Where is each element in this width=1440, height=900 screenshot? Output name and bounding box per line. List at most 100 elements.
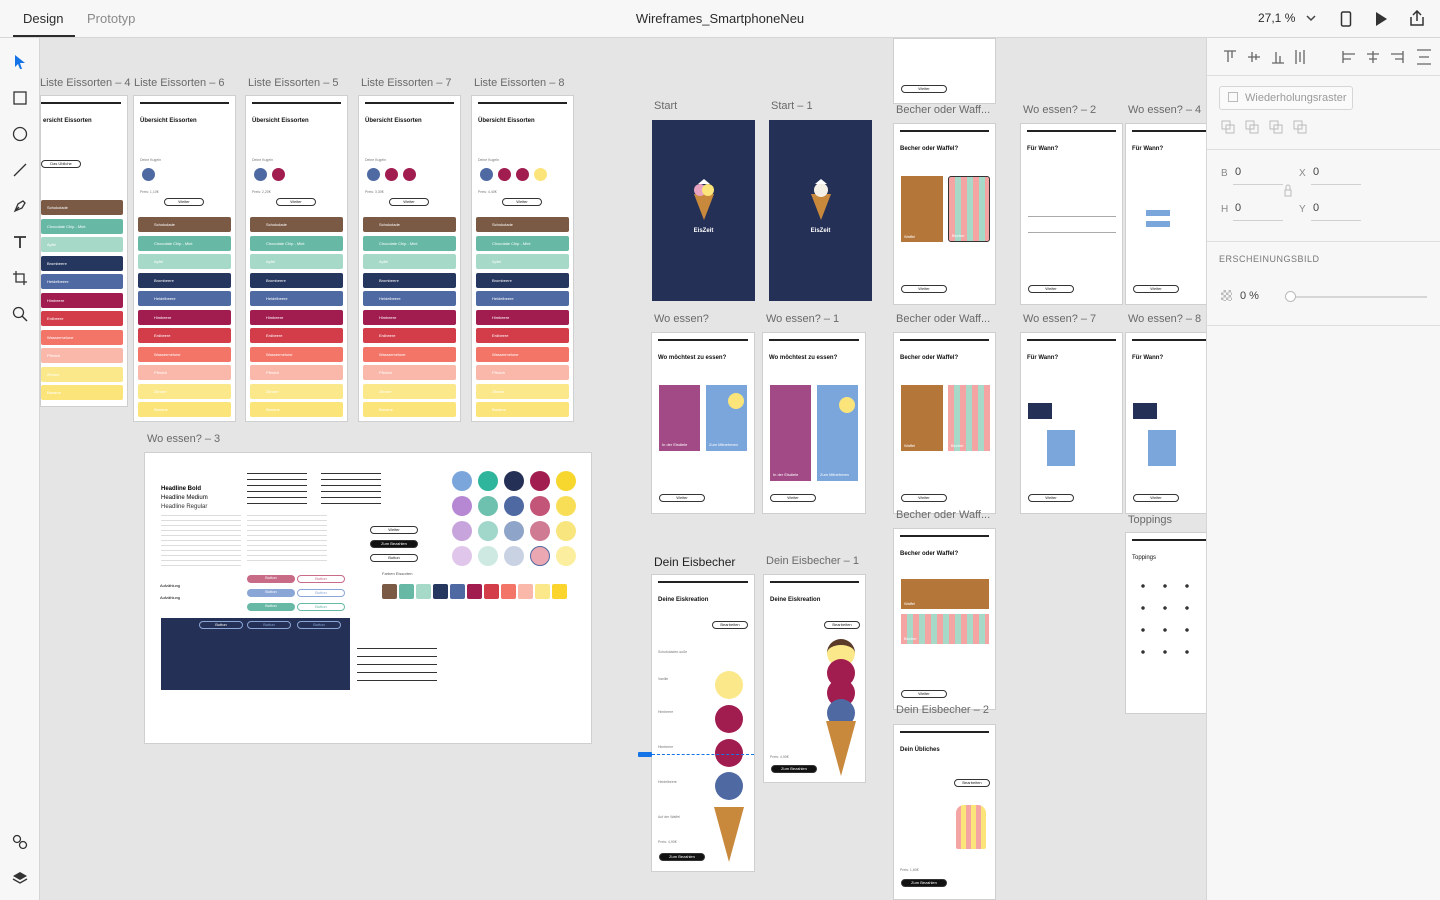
artboard-list-6[interactable]: Übersicht Eissorten Deine Kugeln Preis: … xyxy=(133,95,236,422)
flavor-bar[interactable]: Chocolate Chip - Mint xyxy=(41,218,123,234)
artboard-start[interactable]: EisZeit xyxy=(652,120,755,301)
zum-bezahlen-button[interactable]: Zum Bezahlen xyxy=(771,765,817,773)
repeat-grid-button[interactable]: Wiederholungsraster xyxy=(1219,86,1353,110)
y-input[interactable]: 0 xyxy=(1313,202,1319,214)
flavor-bar[interactable]: Wassermelone xyxy=(363,346,456,362)
zoom-dropdown-icon[interactable] xyxy=(1306,14,1316,22)
canvas[interactable]: Liste Eissorten – 4 Liste Eissorten – 6 … xyxy=(40,38,1206,900)
flavor-bar[interactable]: Heidelbeere xyxy=(363,291,456,306)
zum-mitnehmen-card[interactable]: Zum Mitnehmen xyxy=(706,385,747,451)
weiter-button[interactable]: Weiter xyxy=(389,198,429,206)
flavor-bar[interactable]: Schokolade xyxy=(250,217,343,232)
flavor-bar[interactable]: Erdbeere xyxy=(250,328,343,343)
artboard-list-4[interactable]: ersicht Eissorten Das Übliche Schokolade… xyxy=(40,95,128,407)
artboard-label-start-1[interactable]: Start – 1 xyxy=(771,100,813,112)
weiter-button[interactable]: Weiter xyxy=(1028,494,1074,502)
flavor-bar[interactable]: Wassermelone xyxy=(476,346,569,362)
artboard-label-wo-essen-2[interactable]: Wo essen? – 2 xyxy=(1023,104,1096,116)
flavor-bar[interactable]: Apfel xyxy=(476,254,569,269)
weiter-button[interactable]: Weiter xyxy=(1133,285,1179,293)
becher-option[interactable]: Becher xyxy=(948,385,990,451)
artboard-label-dein-eisbecher-2[interactable]: Dein Eisbecher – 2 xyxy=(896,704,989,716)
artboard-wo-essen-4[interactable]: Für Wann? Weiter xyxy=(1125,123,1206,305)
artboard-becher-top[interactable]: Weiter xyxy=(893,38,996,104)
zoom-level[interactable]: 27,1 % xyxy=(1258,11,1295,25)
artboard-wo-essen[interactable]: Wo möchtest zu essen? In der Eisdiele Zu… xyxy=(651,332,755,514)
time-dropdown[interactable] xyxy=(1146,221,1170,227)
flavor-bar[interactable]: Himbeere xyxy=(476,309,569,325)
select-tool-icon[interactable] xyxy=(10,52,30,72)
bearbeiten-button[interactable]: Bearbeiten xyxy=(712,621,748,629)
flavor-bar[interactable]: Zitrone xyxy=(476,383,569,399)
line-tool-icon[interactable] xyxy=(10,160,30,180)
zum-bezahlen-button[interactable]: Zum Bezahlen xyxy=(659,853,705,861)
artboard-label-wo-essen-7[interactable]: Wo essen? – 7 xyxy=(1023,313,1096,325)
rectangle-tool-icon[interactable] xyxy=(10,88,30,108)
flavor-bar[interactable]: Apfel xyxy=(250,254,343,269)
artboard-wo-essen-2[interactable]: Für Wann? Weiter xyxy=(1020,123,1123,305)
weiter-button[interactable]: Weiter xyxy=(164,198,204,206)
flavor-bar[interactable]: Wassermelone xyxy=(41,329,123,345)
button-sample[interactable]: Button xyxy=(297,621,341,629)
time-picker-row[interactable] xyxy=(1028,216,1116,217)
flavor-bar[interactable]: Apfel xyxy=(41,237,123,252)
artboard-label-list-6[interactable]: Liste Eissorten – 6 xyxy=(134,77,225,89)
artboard-start-1[interactable]: EisZeit xyxy=(769,120,872,301)
artboard-label-list-5[interactable]: Liste Eissorten – 5 xyxy=(248,77,339,89)
bearbeiten-button[interactable]: Bearbeiten xyxy=(954,779,990,787)
artboard-label-becher-3[interactable]: Becher oder Waff... xyxy=(896,509,990,521)
lock-aspect-icon[interactable] xyxy=(1284,182,1292,200)
flavor-bar[interactable]: Heidelbeere xyxy=(138,291,231,306)
artboard-label-wo-essen-1[interactable]: Wo essen? – 1 xyxy=(766,313,839,325)
weiter-button[interactable]: Weiter xyxy=(276,198,316,206)
flavor-bar[interactable]: Himbeere xyxy=(363,309,456,325)
flavor-bar[interactable]: Himbeere xyxy=(250,309,343,325)
pen-tool-icon[interactable] xyxy=(10,196,30,216)
flavor-bar[interactable]: Zitrone xyxy=(250,383,343,399)
weiter-button[interactable]: Weiter xyxy=(901,690,947,698)
opacity-value[interactable]: 0 % xyxy=(1240,290,1259,302)
tab-prototype[interactable]: Prototyp xyxy=(87,11,135,26)
x-input[interactable]: 0 xyxy=(1313,166,1319,178)
flavor-bar[interactable]: Banane xyxy=(476,402,569,417)
zoom-tool-icon[interactable] xyxy=(10,304,30,324)
width-input[interactable]: 0 xyxy=(1235,166,1241,178)
artboard-label-dein-eisbecher-1[interactable]: Dein Eisbecher – 1 xyxy=(766,555,859,567)
flavor-bar[interactable]: Himbeere xyxy=(138,309,231,325)
artboard-dein-eisbecher[interactable]: Deine Eiskreation Bearbeiten Schokoladen… xyxy=(651,574,755,872)
artboard-label-toppings[interactable]: Toppings xyxy=(1128,514,1172,526)
becher-option[interactable]: Becher xyxy=(948,176,990,242)
ellipse-tool-icon[interactable] xyxy=(10,124,30,144)
flavor-bar[interactable]: Brombeere xyxy=(250,272,343,288)
flavor-bar[interactable]: Banane xyxy=(363,402,456,417)
flavor-bar[interactable]: Schokolade xyxy=(363,217,456,232)
flavor-bar[interactable]: Pfirsich xyxy=(363,365,456,380)
date-dropdown[interactable] xyxy=(1146,210,1170,216)
flavor-bar[interactable]: Wassermelone xyxy=(138,346,231,362)
artboard-dein-eisbecher-1[interactable]: Deine Eiskreation Bearbeiten Preis: 4,90… xyxy=(763,574,866,783)
artboard-label-list-4[interactable]: Liste Eissorten – 4 xyxy=(40,77,131,89)
artboard-list-5[interactable]: Übersicht Eissorten Deine Kugeln Preis: … xyxy=(245,95,348,422)
das-uebliche-button[interactable]: Das Übliche xyxy=(41,160,81,168)
height-input[interactable]: 0 xyxy=(1235,202,1241,214)
weiter-button[interactable]: Weiter xyxy=(502,198,542,206)
bearbeiten-button[interactable]: Bearbeiten xyxy=(824,621,860,629)
waffel-option[interactable]: Waffel xyxy=(901,176,943,242)
date-dropdown-open[interactable] xyxy=(1047,430,1075,466)
waffel-option[interactable]: Waffel xyxy=(901,385,943,451)
weiter-button-sample[interactable]: Weiter xyxy=(370,526,418,534)
flavor-bar[interactable]: Zitrone xyxy=(363,383,456,399)
artboard-label-dein-eisbecher[interactable]: Dein Eisbecher xyxy=(654,555,735,569)
artboard-label-becher-1[interactable]: Becher oder Waff... xyxy=(896,104,990,116)
weiter-button[interactable]: Weiter xyxy=(770,494,816,502)
artboard-label-becher-2[interactable]: Becher oder Waff... xyxy=(896,313,990,325)
waffel-option[interactable]: Waffel xyxy=(901,579,989,609)
artboard-label-list-8[interactable]: Liste Eissorten – 8 xyxy=(474,77,565,89)
artboard-styleguide[interactable]: Headline Bold Headline Medium Headline R… xyxy=(144,452,592,744)
text-tool-icon[interactable] xyxy=(10,232,30,252)
flavor-bar[interactable]: Banane xyxy=(41,385,123,400)
boolean-ops-icons[interactable] xyxy=(1221,120,1311,136)
flavor-bar[interactable]: Pfirsich xyxy=(41,348,123,363)
flavor-bar[interactable]: Schokolade xyxy=(138,217,231,232)
flavor-bar[interactable]: Wassermelone xyxy=(250,346,343,362)
